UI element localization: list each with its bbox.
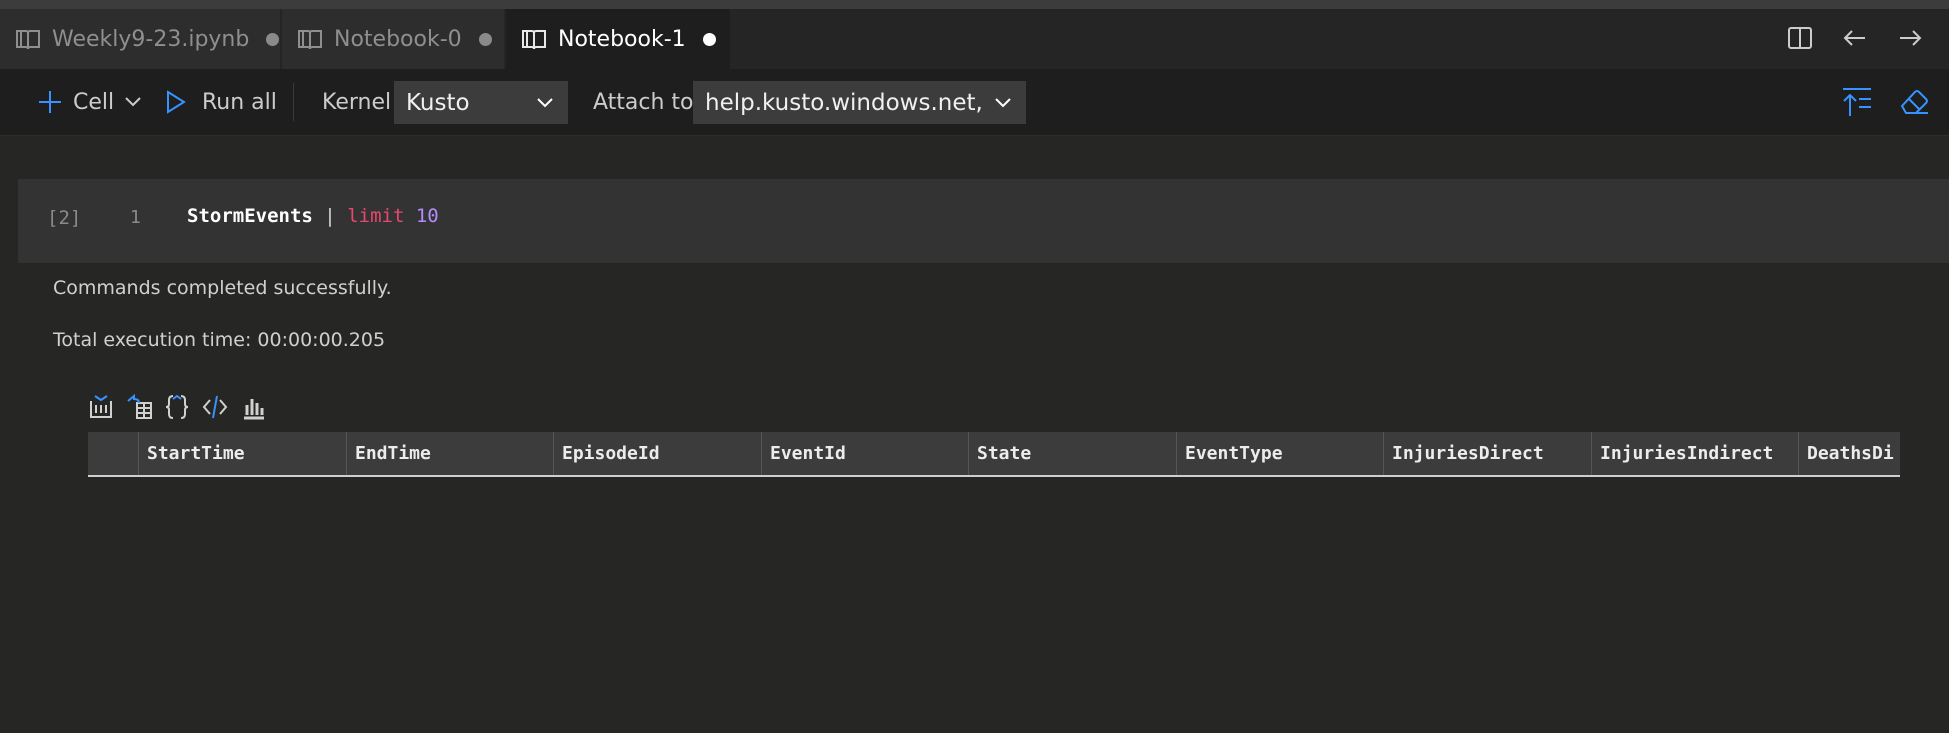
plus-icon [39, 91, 61, 113]
tab-notebook-1[interactable]: Notebook-1 [506, 9, 730, 69]
kernel-dropdown[interactable]: Kusto [394, 81, 568, 124]
cell-label: Cell [73, 89, 115, 115]
tab-label: Notebook-1 [558, 26, 686, 52]
column-header[interactable]: InjuriesDirect [1383, 432, 1591, 475]
kernel-value: Kusto [406, 89, 470, 116]
column-header[interactable]: EpisodeId [553, 432, 761, 475]
play-icon [167, 90, 186, 114]
code-pipe: | [324, 205, 336, 227]
unsaved-dot-icon[interactable] [478, 32, 492, 46]
chevron-down-icon [995, 98, 1011, 108]
toolbar-divider [293, 83, 294, 121]
window-top-strip [0, 0, 1949, 9]
code-identifier: StormEvents [187, 205, 313, 227]
tab-label: Notebook-0 [334, 26, 462, 52]
chart-icon[interactable] [240, 393, 268, 421]
line-number: 1 [130, 207, 141, 228]
notebook-icon [16, 30, 40, 50]
attach-to-value: help.kusto.windows.net, Sam [705, 89, 982, 116]
notebook-icon [522, 30, 546, 50]
save-as-csv-icon[interactable] [87, 393, 115, 421]
column-header[interactable]: StartTime [138, 432, 346, 475]
unsaved-dot-icon[interactable] [266, 32, 280, 46]
code-editor-line[interactable]: StormEvents | limit 10 [187, 205, 439, 227]
column-header[interactable]: DeathsDi [1798, 432, 1900, 475]
code-keyword: limit [347, 205, 405, 227]
column-header[interactable]: EventType [1176, 432, 1383, 475]
code-number: 10 [415, 205, 439, 227]
column-header[interactable]: InjuriesIndirect [1591, 432, 1798, 475]
status-message: Commands completed successfully. [53, 277, 392, 299]
chevron-down-icon [537, 98, 553, 108]
column-header[interactable]: EndTime [346, 432, 553, 475]
execution-count: [2] [47, 207, 82, 229]
kernel-label: Kernel [322, 89, 392, 115]
split-editor-icon[interactable] [1786, 24, 1814, 52]
editor-tab-bar: Weekly9-23.ipynb Notebook-0 Notebook-1 [0, 9, 1949, 69]
clear-output-eraser-icon[interactable] [1898, 87, 1930, 117]
tab-notebook-0[interactable]: Notebook-0 [282, 9, 504, 69]
notebook-icon [298, 30, 322, 50]
results-grid-header: StartTime EndTime EpisodeId EventId Stat… [88, 432, 1900, 477]
chevron-down-icon [125, 97, 141, 107]
run-all-label: Run all [202, 89, 277, 115]
attach-to-dropdown[interactable]: help.kusto.windows.net, Sam [693, 81, 1026, 124]
tab-weekly9-23[interactable]: Weekly9-23.ipynb [0, 9, 280, 69]
unsaved-dot-icon[interactable] [702, 32, 716, 46]
row-number-header[interactable] [88, 432, 138, 475]
run-all-button[interactable]: Run all [164, 69, 277, 135]
save-as-json-icon[interactable] [163, 393, 191, 421]
column-header[interactable]: State [968, 432, 1176, 475]
go-forward-icon[interactable] [1896, 24, 1924, 52]
save-as-xml-icon[interactable] [201, 393, 229, 421]
tab-label: Weekly9-23.ipynb [52, 26, 250, 52]
notebook-toolbar: Cell Run all Kernel Kusto Attach to help… [0, 69, 1949, 136]
column-header[interactable]: EventId [761, 432, 968, 475]
go-back-icon[interactable] [1841, 24, 1869, 52]
attach-to-label: Attach to [593, 89, 694, 115]
add-cell-button[interactable]: Cell [36, 69, 142, 135]
collapse-cells-icon[interactable] [1840, 86, 1874, 118]
save-as-excel-icon[interactable] [125, 393, 153, 421]
execution-time: Total execution time: 00:00:00.205 [53, 329, 386, 351]
